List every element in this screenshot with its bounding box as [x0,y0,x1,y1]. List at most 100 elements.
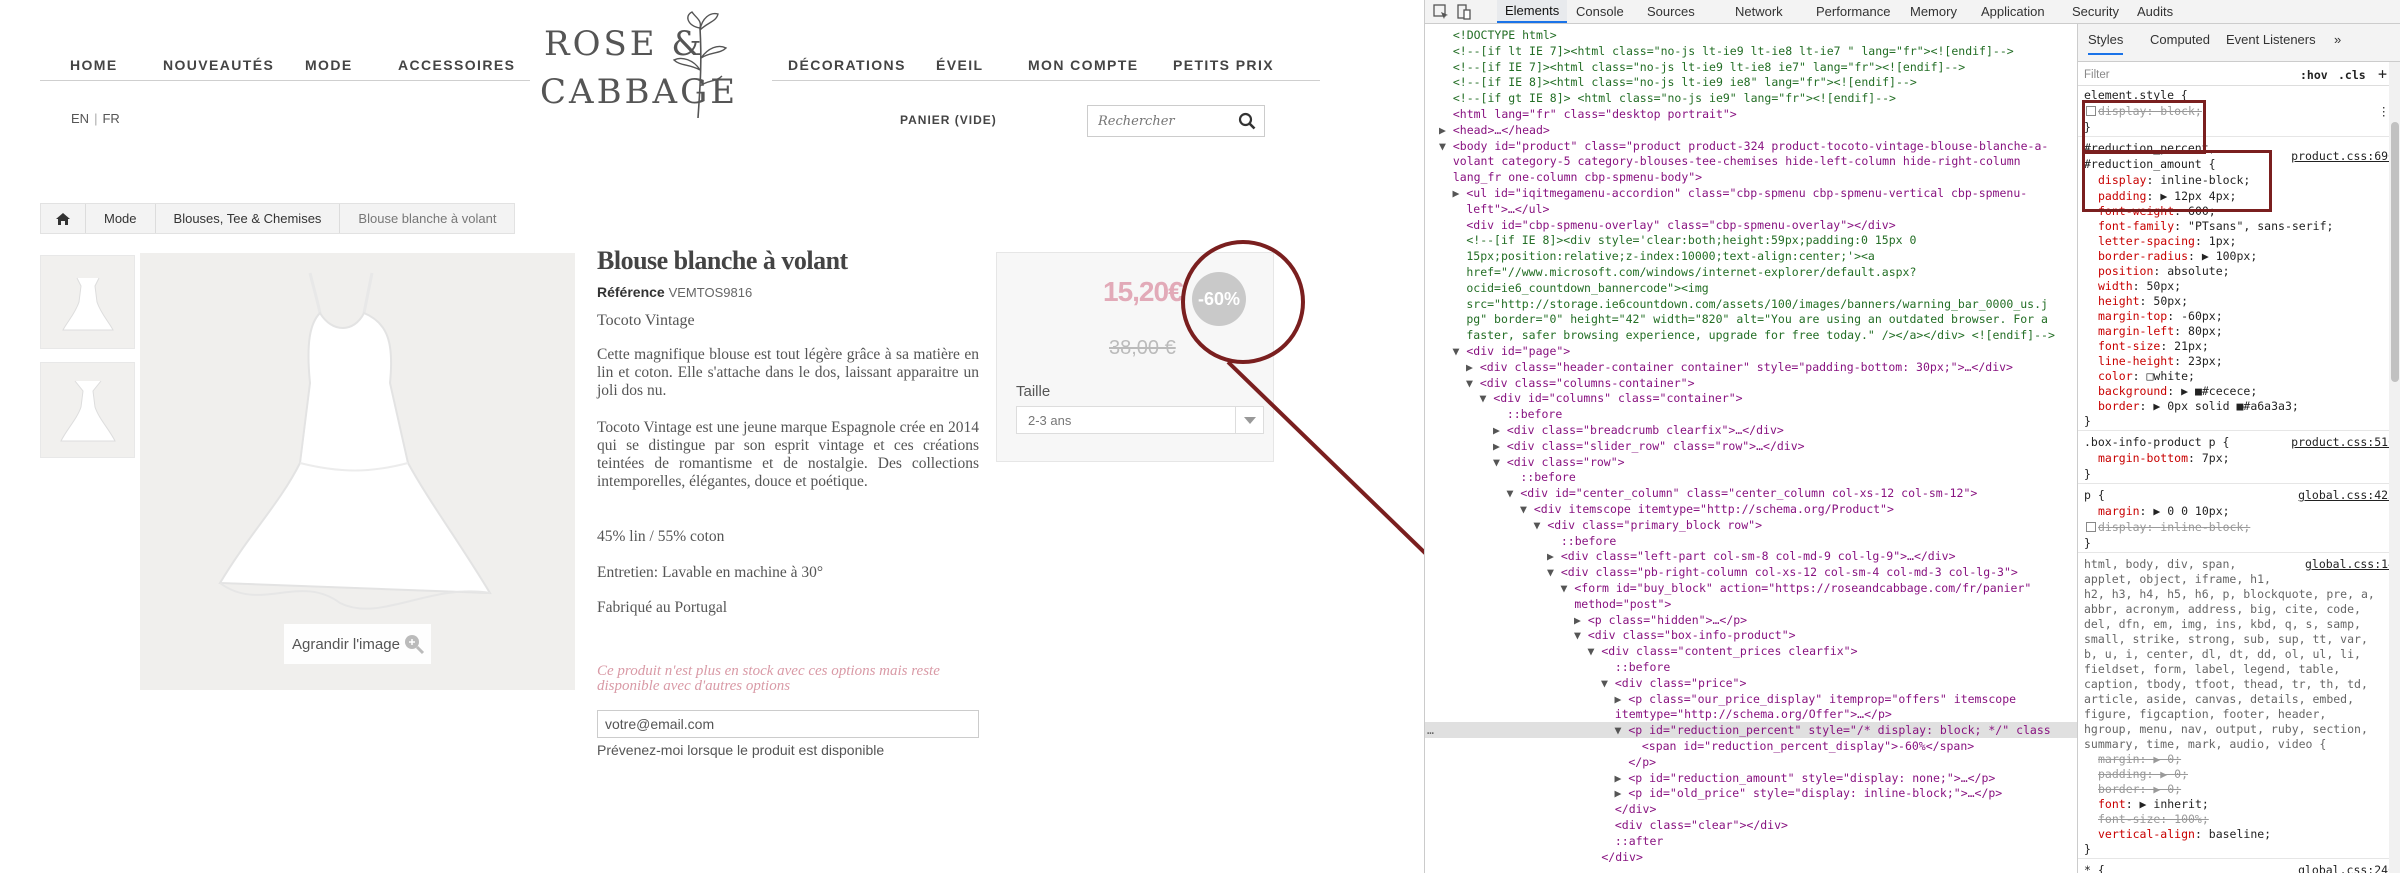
tab-application[interactable]: Application [1981,0,2045,23]
expand-toggle[interactable]: ▼ [1615,723,1629,737]
nav-accessoires[interactable]: ACCESSOIRES [398,57,515,73]
expand-toggle[interactable]: ▶ [1493,423,1507,437]
nav-petits-prix[interactable]: PETITS PRIX [1173,57,1274,73]
dom-node-line[interactable]: </p> [1425,754,1656,770]
dom-node-line[interactable]: volant category-5 category-blouses-tee-c… [1425,153,2021,169]
dom-node-line[interactable]: ▶ <p id="old_price" style="display: inli… [1425,785,2003,801]
thumbnail-1[interactable] [40,255,135,349]
nav-home[interactable]: HOME [70,57,118,73]
expand-toggle[interactable]: ▼ [1480,391,1494,405]
dom-node-line[interactable]: ▼ <div class="content_prices clearfix"> [1425,643,1858,659]
cart-link[interactable]: PANIER (VIDE) [900,113,997,127]
tab-console[interactable]: Console [1576,0,1624,23]
tab-computed[interactable]: Computed [2150,32,2210,47]
search-input[interactable] [1088,106,1228,136]
dom-node-line[interactable]: <!DOCTYPE html> [1425,27,1557,43]
logo[interactable]: ROSE & CABBAGE [540,8,735,120]
expand-toggle[interactable]: ▼ [1588,644,1602,658]
more-tabs-button[interactable]: » [2334,32,2341,47]
dom-node-line[interactable]: </div> [1425,801,1657,817]
expand-toggle[interactable]: ▼ [1534,518,1548,532]
dom-node-line[interactable]: <span id="reduction_percent_display">-60… [1425,738,1974,754]
dom-node-line[interactable]: <div id="cbp-spmenu-overlay" class="cbp-… [1425,217,1895,233]
dom-node-line[interactable]: <!--[if IE 8]><html class="no-js lt-ie9 … [1425,74,1917,90]
source-link-product-css-696[interactable]: product.css:696 [2291,149,2395,164]
dom-node-line[interactable]: ::before [1425,659,1670,675]
breadcrumb-blouses[interactable]: Blouses, Tee & Chemises [155,204,341,233]
styles-scrollbar[interactable] [2389,62,2400,873]
dom-node-line[interactable]: ocid=ie6_countdown_bannercode"><img [1425,280,1708,296]
dom-node-line[interactable]: ▶ <div class="breadcrumb clearfix">…</di… [1425,422,1784,438]
dom-node-line[interactable]: ▶ <div class="left-part col-sm-8 col-md-… [1425,548,1956,564]
dom-node-line[interactable]: ▶ <p id="reduction_amount" style="displa… [1425,770,1996,786]
source-link-product-css-510[interactable]: product.css:510 [2291,435,2395,450]
dom-node-line[interactable]: href="//www.microsoft.com/windows/intern… [1425,264,1916,280]
dom-node-line[interactable]: ▼ <div id="center_column" class="center_… [1425,485,1978,501]
expand-toggle[interactable]: ▼ [1493,455,1507,469]
dom-node-line[interactable]: ▼ <div class="pb-right-column col-xs-12 … [1425,564,2018,580]
dom-node-line[interactable]: itemtype="http://schema.org/Offer">…</p> [1425,706,1892,722]
dom-node-line[interactable]: ::before [1425,406,1562,422]
dom-node-line[interactable]: method="post"> [1425,596,1671,612]
dom-node-line[interactable]: ▼ <div class="price"> [1425,675,1746,691]
breadcrumb-home[interactable] [41,204,86,233]
dom-node-line[interactable]: ▶ <p class="our_price_display" itemprop=… [1425,691,2017,707]
property-checkbox[interactable] [2086,522,2096,532]
node-menu-dots[interactable]: … [1427,722,1434,738]
expand-toggle[interactable]: ▼ [1520,502,1534,516]
expand-toggle[interactable]: ▶ [1439,123,1453,137]
dom-node-line[interactable]: ▼ <div class="columns-container"> [1425,375,1695,391]
email-notify-input[interactable] [597,710,979,738]
new-rule-button[interactable]: + [2378,67,2387,82]
expand-toggle[interactable]: ▶ [1453,186,1467,200]
dom-node-line[interactable]: ▼ <div class="box-info-product"> [1425,627,1796,643]
nav-decorations[interactable]: DÉCORATIONS [788,57,906,73]
selected-dom-node[interactable]: … ▼ <p id="reduction_percent" style="/* d… [1425,722,2077,739]
source-link-global-css-240[interactable]: global.css:240 [2298,863,2395,873]
class-toggle[interactable]: .cls [2338,68,2366,83]
device-toolbar-icon[interactable] [1455,4,1471,20]
source-link-global-css-14[interactable]: global.css:14 [2305,557,2395,572]
expand-toggle[interactable]: ▼ [1439,139,1453,153]
dom-node-line[interactable]: lang_fr one-column cbp-spmenu-body"> [1425,169,1702,185]
dom-node-line[interactable]: faster, safer browsing experience, upgra… [1425,327,2055,343]
tab-event-listeners[interactable]: Event Listeners [2226,32,2316,47]
dom-node-line[interactable]: <!--[if gt IE 8]> <html class="no-js ie9… [1425,90,1896,106]
thumbnail-2[interactable] [40,362,135,458]
dom-node-line[interactable]: ▶ <div class="header-container container… [1425,359,2013,375]
tab-elements[interactable]: Elements [1497,0,1568,23]
expand-toggle[interactable]: ▶ [1493,439,1507,453]
nav-nouveautes[interactable]: NOUVEAUTÉS [163,57,274,73]
dom-node-line[interactable]: ▼ <div id="columns" class="container"> [1425,390,1743,406]
dom-node-line[interactable]: ▼ <form id="buy_block" action="https://r… [1425,580,2032,596]
dom-node-line[interactable]: ▼ <body id="product" class="product prod… [1425,138,2048,154]
expand-toggle[interactable]: ▼ [1466,376,1480,390]
expand-toggle[interactable]: ▼ [1601,676,1615,690]
expand-toggle[interactable]: ▼ [1507,486,1521,500]
dom-node-line[interactable]: </div> [1425,849,1643,865]
tab-sources[interactable]: Sources [1647,0,1695,23]
property-checkbox[interactable] [2086,106,2096,116]
tab-performance[interactable]: Performance [1816,0,1890,23]
hover-state-toggle[interactable]: :hov [2300,68,2328,83]
expand-toggle[interactable]: ▶ [1615,786,1629,800]
elements-dom-tree[interactable]: <!DOCTYPE html> <!--[if lt IE 7]><html c… [1425,24,2077,873]
dom-node-line[interactable]: <!--[if IE 8]><div style='clear:both;hei… [1425,232,1916,248]
tab-memory[interactable]: Memory [1910,0,1957,23]
expand-toggle[interactable]: ▶ [1466,360,1480,374]
nav-eveil[interactable]: ÉVEIL [936,57,983,73]
dom-node-line[interactable]: 15px;position:relative;z-index:10000;tex… [1425,248,1875,264]
expand-toggle[interactable]: ▼ [1547,565,1561,579]
dom-node-line[interactable]: ▼ <div itemscope itemtype="http://schema… [1425,501,1894,517]
dom-node-line[interactable]: ▼ <div class="primary_block row"> [1425,517,1763,533]
source-link-global-css-423[interactable]: global.css:423 [2298,488,2395,503]
dom-node-line[interactable]: <!--[if lt IE 7]><html class="no-js lt-i… [1425,43,2014,59]
dom-node-line[interactable]: ▶ <head>…</head> [1425,122,1550,138]
size-select[interactable]: 2-3 ans [1016,406,1264,434]
nav-mon-compte[interactable]: MON COMPTE [1028,57,1138,73]
dom-node-line[interactable]: ▶ <div class="slider_row" class="row">…<… [1425,438,1805,454]
expand-toggle[interactable]: ▼ [1574,628,1588,642]
dom-node-line[interactable]: src="http://storage.ie6countdown.com/ass… [1425,296,2048,312]
dom-node-line[interactable]: ▼ <div id="page"> [1425,343,1571,359]
dom-node-line[interactable]: <div class="clear"></div> [1425,817,1788,833]
